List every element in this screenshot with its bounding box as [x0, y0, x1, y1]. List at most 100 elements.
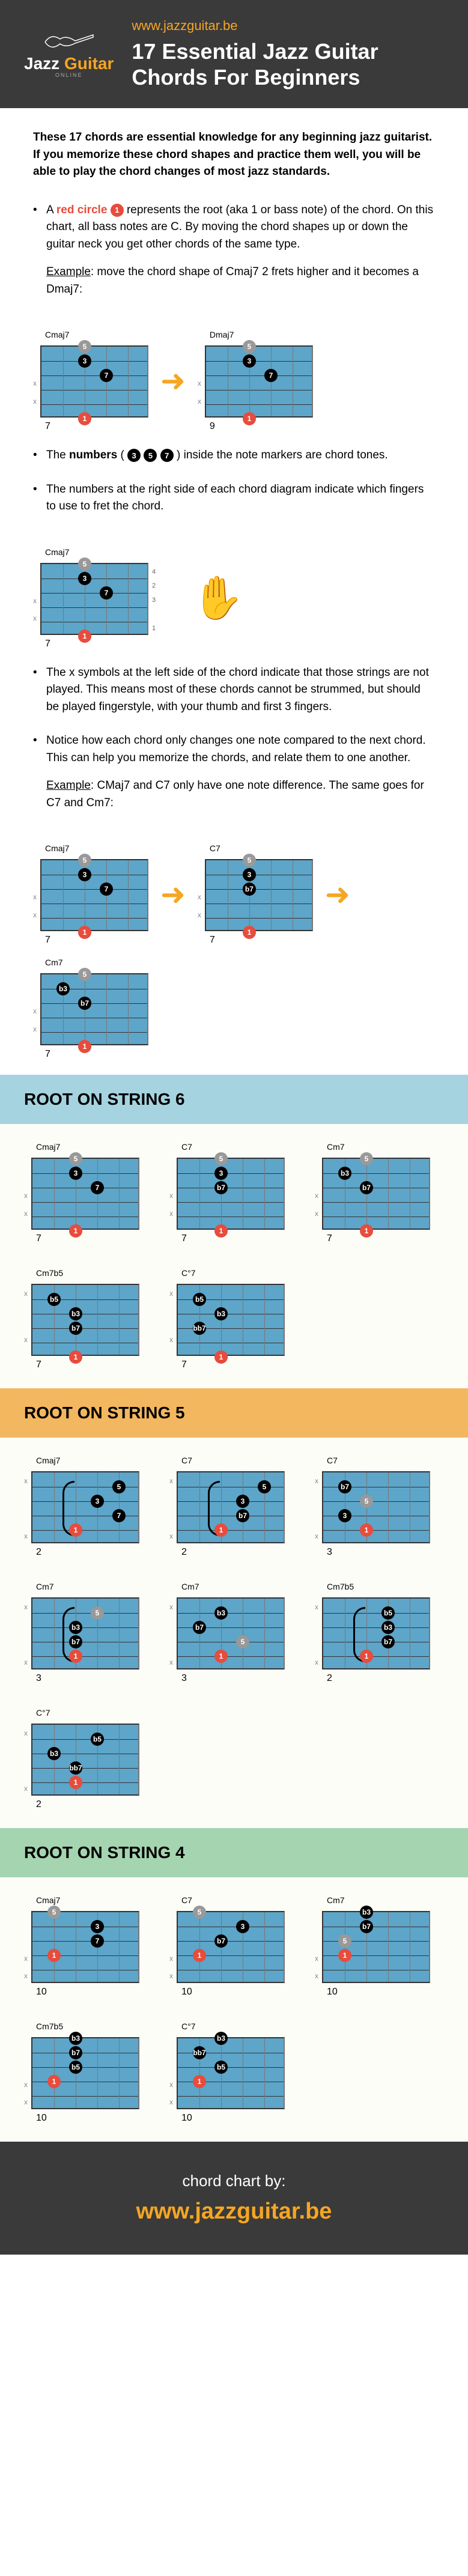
fret-number: 7 — [45, 1049, 50, 1060]
note-marker: 1 — [360, 1523, 373, 1537]
chord-name: C7 — [181, 1456, 192, 1465]
chord-name: Dmaj7 — [210, 330, 234, 339]
muted-indicators: xx — [24, 1914, 31, 1980]
chord-diagram: Cmaj7 xx 5371 10 — [24, 1895, 139, 1997]
muted-indicators: xx — [169, 1287, 177, 1353]
muted-indicators: xx — [169, 2040, 177, 2106]
muted-indicators: xx — [315, 1474, 322, 1540]
fret-number: 2 — [181, 1547, 187, 1558]
note-marker: 5 — [214, 1152, 228, 1165]
note-marker: 1 — [193, 2075, 206, 2088]
note-marker: 7 — [91, 1934, 104, 1948]
muted-indicators: xx — [169, 1161, 177, 1227]
note-marker: 1 — [47, 1949, 61, 1962]
fretboard: b3b751 — [322, 1911, 430, 1983]
bullet-numbers: The numbers ( 3 5 7 ) inside the note ma… — [33, 447, 435, 464]
chord-name: Cm7b5 — [36, 1268, 63, 1278]
note-marker: 7 — [91, 1181, 104, 1194]
muted-indicators: xx — [24, 1600, 31, 1666]
text: A — [46, 204, 56, 216]
chord-name: C7 — [327, 1456, 338, 1465]
muted-indicators: xx — [33, 976, 40, 1042]
header: Jazz Guitar ONLINE www.jazzguitar.be 17 … — [0, 0, 468, 108]
note-marker: bb7 — [69, 1761, 82, 1775]
chord-name: Cmaj7 — [45, 843, 69, 853]
chord-name: Cm7 — [327, 1142, 345, 1152]
example-2: Example: CMaj7 and C7 only have one note… — [46, 777, 435, 812]
chord-name: C°7 — [181, 1268, 196, 1278]
bullet-list: A red circle 1 represents the root (aka … — [0, 202, 468, 299]
fretboard: 5371 — [31, 1158, 139, 1230]
note-marker: 1 — [78, 630, 91, 643]
note-marker: 3 — [214, 1167, 228, 1180]
note-marker: 5 — [243, 340, 256, 353]
chord-diagram: C°7 xx b3bb7b51 10 — [169, 2022, 285, 2124]
section-6: Cmaj7 xx 5371 7 C7 xx 53b71 7 Cm7 xx 5b3… — [0, 1124, 468, 1388]
muted-indicators: xx — [24, 1287, 31, 1353]
note-marker: 1 — [69, 1224, 82, 1238]
fret-number: 7 — [36, 1233, 41, 1244]
chord-diagram: C7 xx 53b71 7 — [198, 843, 313, 946]
note-marker: 1 — [214, 1224, 228, 1238]
fret-number: 3 — [36, 1673, 41, 1684]
fret-number: 7 — [210, 935, 215, 946]
note-marker: 5 — [258, 1480, 271, 1493]
fretboard: b5b3bb71 — [31, 1724, 139, 1796]
note-marker: b7 — [381, 1635, 395, 1648]
chord-name: Cmaj7 — [36, 1456, 60, 1465]
note-marker: 3 — [91, 1920, 104, 1933]
note-marker: 3 — [236, 1920, 249, 1933]
fretboard: 5b3b71 — [322, 1158, 430, 1230]
arrow-icon: ➜ — [160, 363, 186, 398]
fretboard: 53b71 — [177, 1911, 285, 1983]
fret-number: 3 — [327, 1547, 332, 1558]
section-head-6: ROOT ON STRING 6 — [0, 1075, 468, 1124]
header-url: www.jazzguitar.be — [132, 18, 444, 34]
muted-indicators: xx — [33, 566, 40, 632]
bullet-list-2: The numbers ( 3 5 7 ) inside the note ma… — [0, 447, 468, 515]
fretboard: 53b71 — [177, 1471, 285, 1543]
note-marker: b5 — [193, 1293, 206, 1306]
fret-number: 10 — [36, 2113, 47, 2124]
note-marker: b7 — [236, 1509, 249, 1522]
fret-number: 2 — [327, 1673, 332, 1684]
fret-number: 7 — [327, 1233, 332, 1244]
intro-text: These 17 chords are essential knowledge … — [33, 129, 435, 181]
chord-name: Cm7b5 — [36, 2022, 63, 2031]
fret-number: 7 — [181, 1233, 187, 1244]
note-marker: 5 — [78, 340, 91, 353]
note-marker: 1 — [338, 1949, 351, 1962]
fret-number: 2 — [36, 1547, 41, 1558]
note-marker: b7 — [338, 1480, 351, 1493]
fret-number: 7 — [181, 1359, 187, 1370]
section-head-4: ROOT ON STRING 4 — [0, 1828, 468, 1877]
fret-number: 2 — [36, 1799, 41, 1810]
note-marker: 1 — [214, 1650, 228, 1663]
example-row-3: Cmaj7 xx 5371 7 ➜ C7 xx 53b71 7 ➜ Cm7 xx… — [0, 828, 468, 1075]
note-marker: 1 — [69, 1523, 82, 1537]
fret-number: 10 — [327, 1987, 338, 1997]
footer-label: chord chart by: — [30, 2172, 438, 2190]
bullet-memorize: Notice how each chord only changes one n… — [33, 732, 435, 812]
text: : CMaj7 and C7 only have one note differ… — [46, 779, 424, 809]
muted-indicators: xx — [198, 862, 205, 928]
note-marker: b3 — [69, 2032, 82, 2045]
fretboard: b7531 — [322, 1471, 430, 1543]
note-marker: 1 — [69, 1350, 82, 1364]
note-marker: 3 — [243, 868, 256, 881]
note-marker: b7 — [78, 997, 91, 1010]
muted-indicators: xx — [24, 2040, 31, 2106]
note-marker: bb7 — [193, 2046, 206, 2059]
note-marker: 1 — [214, 1350, 228, 1364]
note-marker: b3 — [214, 1307, 228, 1320]
tone-badge: 3 — [127, 449, 141, 462]
chord-diagram: Cmaj7 xx 5371 7 — [33, 843, 148, 946]
fretboard: 53b71 — [177, 1158, 285, 1230]
chord-name: Cmaj7 — [45, 547, 69, 557]
note-marker: 3 — [338, 1509, 351, 1522]
note-marker: 7 — [100, 586, 113, 600]
note-marker: b7 — [69, 1635, 82, 1648]
text: Notice how each chord only changes one n… — [46, 734, 426, 764]
note-marker: 7 — [100, 369, 113, 382]
note-marker: 5 — [360, 1152, 373, 1165]
